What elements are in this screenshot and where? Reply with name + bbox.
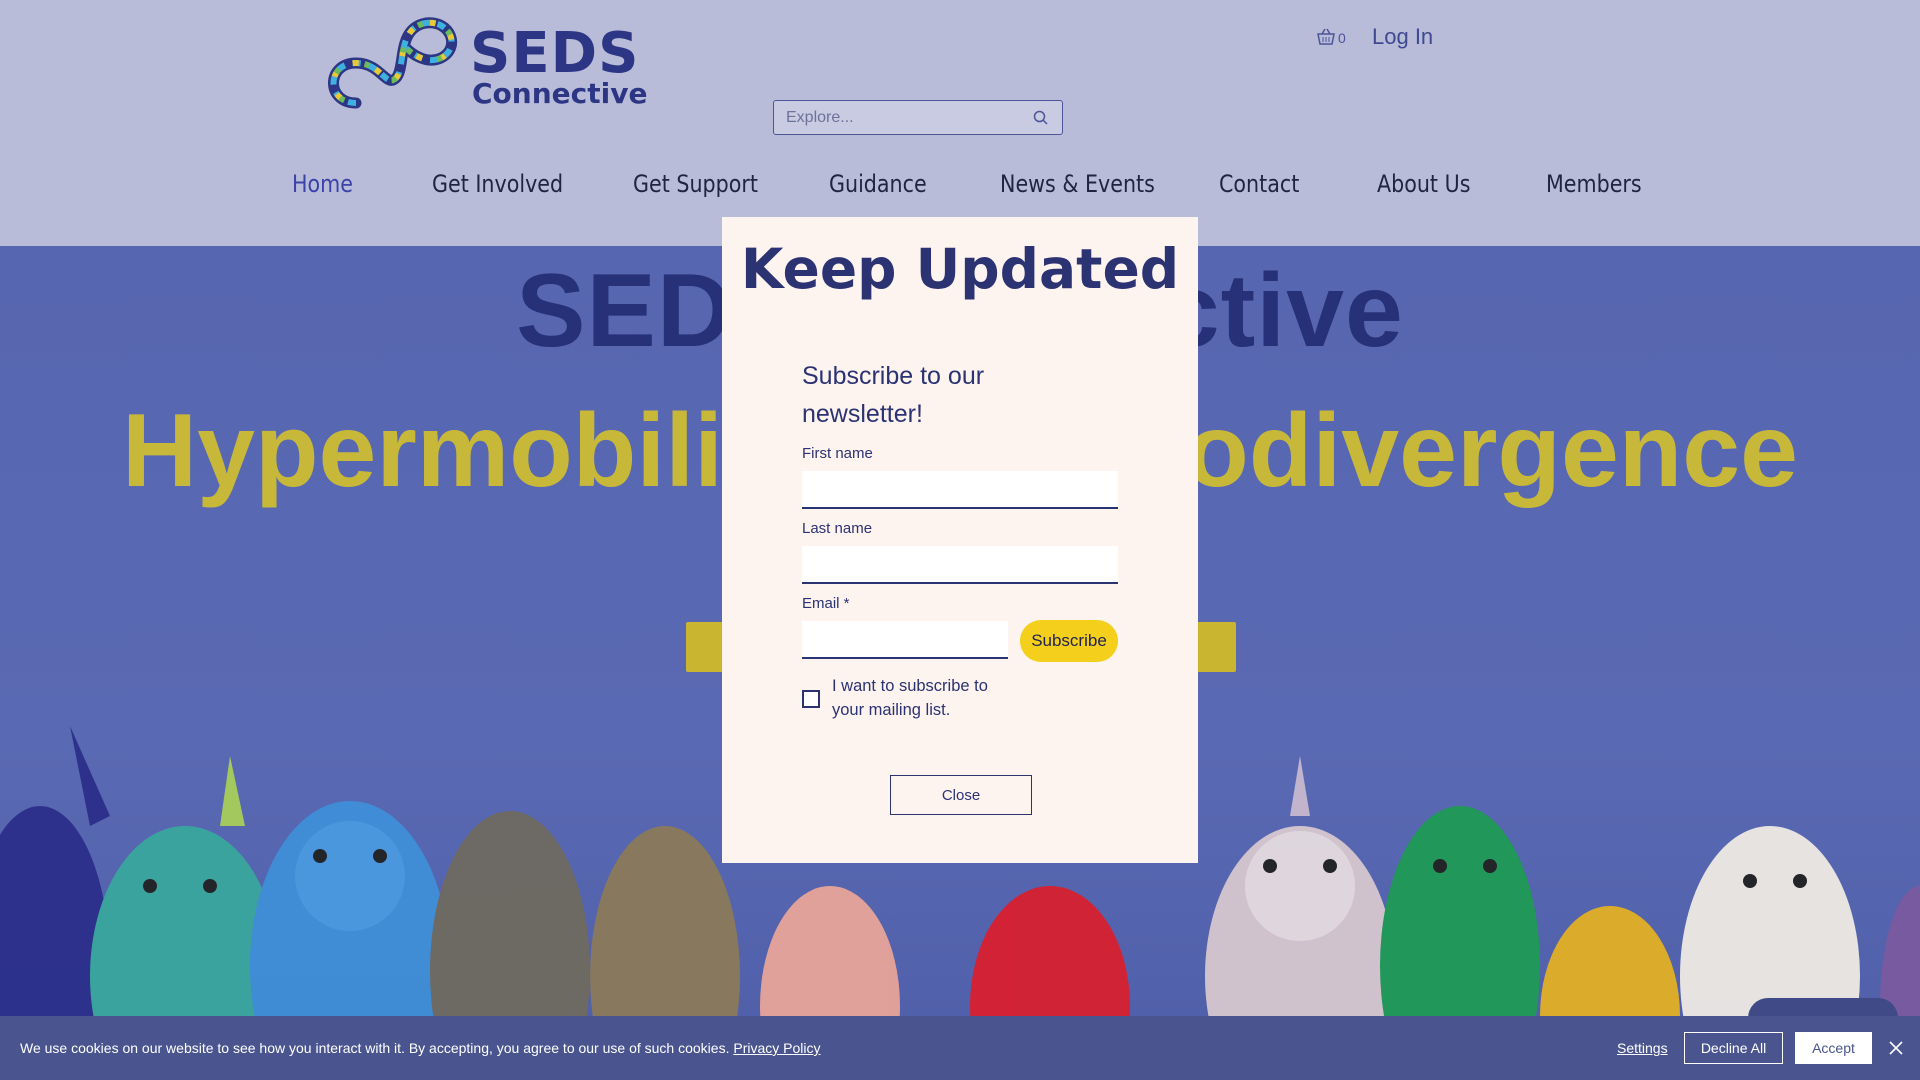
nav-item-home[interactable]: Home	[292, 170, 353, 198]
search-input[interactable]	[786, 108, 1032, 127]
cookie-settings-link[interactable]: Settings	[1617, 1040, 1668, 1056]
privacy-policy-link[interactable]: Privacy Policy	[733, 1040, 820, 1056]
search-box	[773, 100, 1063, 135]
subscribe-button[interactable]: Subscribe	[1020, 620, 1118, 662]
cookie-banner: We use cookies on our website to see how…	[0, 1016, 1920, 1080]
nav-item-about-us[interactable]: About Us	[1377, 170, 1470, 198]
modal-title: Keep Updated	[740, 237, 1180, 301]
newsletter-modal: Keep Updated Subscribe to our newsletter…	[722, 217, 1198, 863]
cart-count: 0	[1338, 30, 1346, 46]
cart-button[interactable]: 0	[1316, 28, 1346, 46]
decline-all-button[interactable]: Decline All	[1684, 1032, 1783, 1064]
email-label: Email *	[802, 595, 850, 612]
mailing-list-checkbox-label: I want to subscribe to your mailing list…	[832, 677, 988, 719]
nav-item-guidance[interactable]: Guidance	[829, 170, 927, 198]
cookie-message: We use cookies on our website to see how…	[20, 1040, 821, 1056]
first-name-field[interactable]	[802, 471, 1118, 509]
logo-wordmark-seds: SEDS	[470, 21, 640, 86]
nav-item-get-support[interactable]: Get Support	[633, 170, 758, 198]
logo-wordmark-connective: Connective	[472, 77, 648, 110]
close-icon[interactable]	[1888, 1040, 1904, 1056]
site-logo[interactable]: SEDS Connective	[326, 8, 647, 118]
nav-item-get-involved[interactable]: Get Involved	[432, 170, 563, 198]
main-nav: Home Get Involved Get Support Guidance N…	[0, 170, 1920, 210]
site-header: SEDS Connective 0 Log In Home Get Involv…	[0, 0, 1920, 246]
last-name-field[interactable]	[802, 546, 1118, 584]
nav-item-members[interactable]: Members	[1546, 170, 1642, 198]
nav-item-contact[interactable]: Contact	[1219, 170, 1299, 198]
login-link[interactable]: Log In	[1372, 24, 1433, 50]
mailing-list-checkbox[interactable]	[802, 690, 820, 708]
modal-subtitle: Subscribe to our newsletter!	[802, 362, 985, 428]
cookie-message-text: We use cookies on our website to see how…	[20, 1040, 730, 1056]
accept-button[interactable]: Accept	[1795, 1032, 1872, 1064]
modal-close-button[interactable]: Close	[890, 775, 1032, 815]
infinity-logo-icon	[328, 17, 458, 109]
first-name-label: First name	[802, 445, 873, 462]
last-name-label: Last name	[802, 520, 873, 537]
email-field[interactable]	[802, 621, 1008, 659]
search-icon[interactable]	[1032, 109, 1050, 127]
nav-item-news-events[interactable]: News & Events	[1000, 170, 1155, 198]
basket-icon	[1317, 28, 1335, 45]
